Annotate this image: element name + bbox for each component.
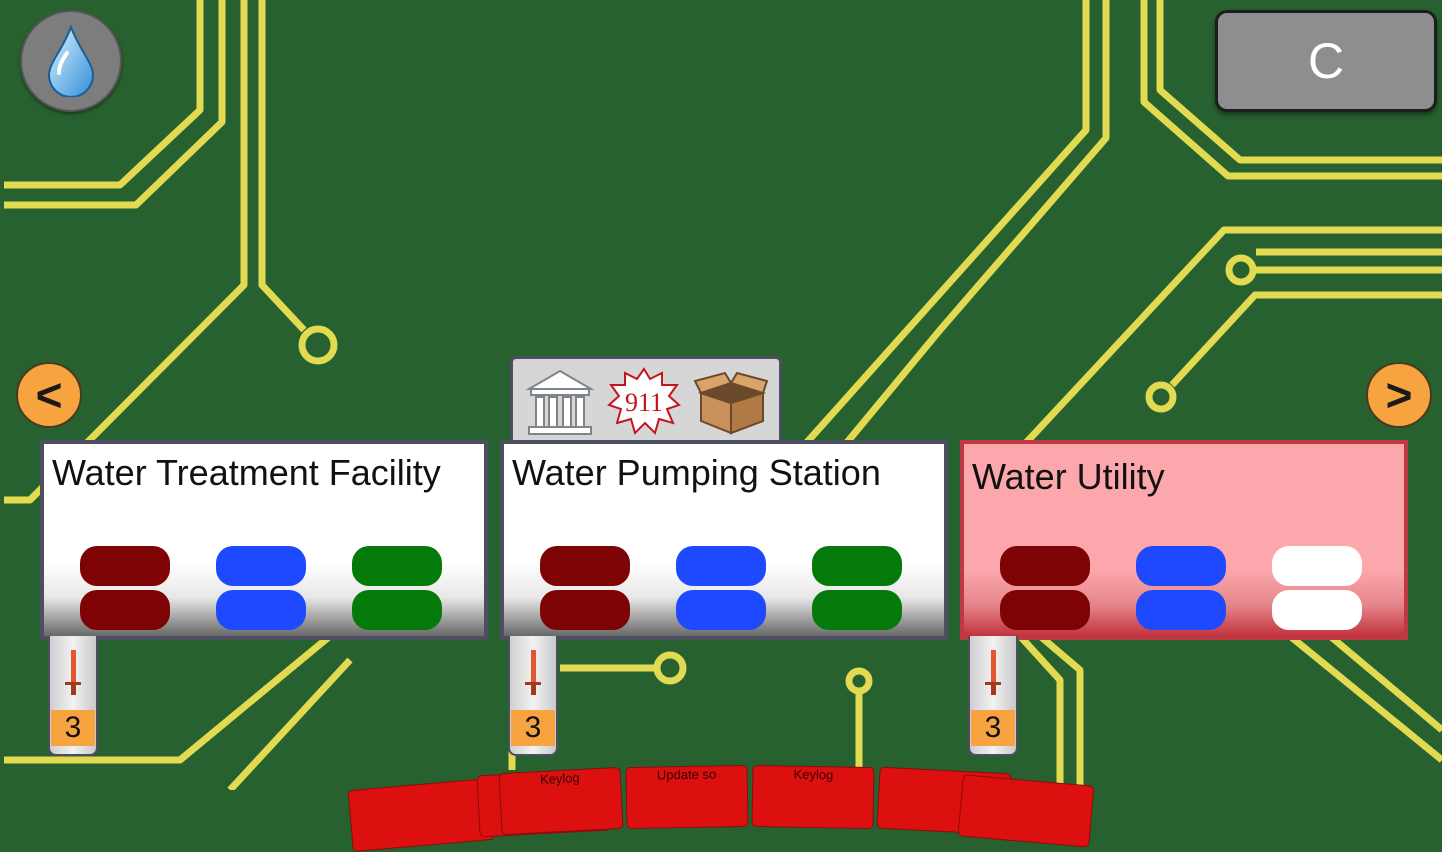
card-icon-tray: 911 [510, 356, 782, 445]
blue-slot[interactable] [676, 590, 766, 630]
attack-count: 3 [511, 710, 555, 746]
card-title: Water Pumping Station [512, 452, 881, 493]
next-arrow-button[interactable]: > [1366, 362, 1432, 428]
svg-text:911: 911 [625, 388, 663, 417]
water-drop-icon [47, 25, 95, 97]
attack-counter-tab[interactable]: 3 [48, 636, 98, 756]
green-slot[interactable] [812, 590, 902, 630]
green-slot[interactable] [812, 546, 902, 586]
blue-slot[interactable] [216, 546, 306, 586]
c-button[interactable]: C [1215, 10, 1437, 112]
card-title: Water Treatment Facility [52, 452, 441, 493]
hand-card[interactable]: Keylog [751, 764, 875, 830]
green-slot[interactable] [352, 590, 442, 630]
blue-slot[interactable] [1136, 590, 1226, 630]
sword-icon [65, 650, 81, 695]
red-slot[interactable] [1000, 590, 1090, 630]
hand-card-title: Keylog [539, 770, 581, 788]
bank-icon [525, 369, 595, 435]
facility-card-water-treatment[interactable]: Water Treatment Facility [40, 440, 488, 640]
facility-card-water-utility[interactable]: Water Utility [960, 440, 1408, 640]
hand-card[interactable]: Update so [625, 764, 749, 830]
blue-slot[interactable] [676, 546, 766, 586]
red-slot[interactable] [80, 546, 170, 586]
blue-slot[interactable] [216, 590, 306, 630]
hand-card-title: Keylog [793, 766, 834, 783]
attack-counter-tab[interactable]: 3 [968, 636, 1018, 756]
red-slot[interactable] [540, 546, 630, 586]
white-slot[interactable] [1272, 590, 1362, 630]
previous-arrow-button[interactable]: < [16, 362, 82, 428]
water-resource-button[interactable] [20, 10, 122, 112]
attack-counter-tab[interactable]: 3 [508, 636, 558, 756]
white-slot[interactable] [1272, 546, 1362, 586]
hand-card-title: Update so [656, 766, 717, 783]
box-icon [693, 371, 769, 435]
hand-card[interactable]: Keylog [498, 766, 624, 836]
attack-count: 3 [971, 710, 1015, 746]
blue-slot[interactable] [1136, 546, 1226, 586]
red-slot[interactable] [540, 590, 630, 630]
attack-count: 3 [51, 710, 95, 746]
emergency-911-icon: 911 [607, 367, 681, 435]
red-slot[interactable] [1000, 546, 1090, 586]
card-title: Water Utility [972, 456, 1165, 497]
green-slot[interactable] [352, 546, 442, 586]
sword-icon [525, 650, 541, 695]
hand-card[interactable] [957, 774, 1095, 848]
facility-card-water-pumping[interactable]: Water Pumping Station [500, 440, 948, 640]
sword-icon [985, 650, 1001, 695]
hand-card[interactable] [347, 777, 495, 852]
red-slot[interactable] [80, 590, 170, 630]
